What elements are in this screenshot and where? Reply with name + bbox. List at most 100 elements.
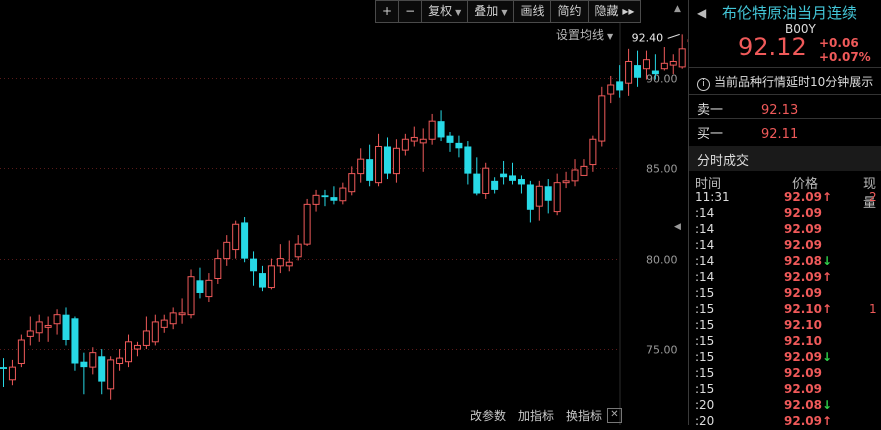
candle-body-down [196, 280, 204, 293]
trade-price: 92.09 [784, 366, 822, 380]
trade-time: :20 [695, 398, 715, 412]
candle-body-down [330, 197, 338, 201]
candle-body-up [660, 62, 668, 70]
candle-body-up [580, 165, 588, 176]
hide-label: 隐藏 [594, 4, 619, 18]
trade-price: 92.09 [784, 190, 822, 204]
trade-time: :14 [695, 254, 715, 268]
kline-chart-area[interactable]: 90.00 85.00 80.00 75.00 92.40 [0, 0, 689, 425]
add-indicator-button[interactable]: 加指标 [518, 407, 554, 424]
candle-body-down [98, 356, 106, 382]
trade-row: :20 92.08 ↓ [689, 398, 881, 414]
scroll-up-arrow-icon[interactable]: ▲ [674, 4, 681, 14]
chevron-down-icon: ▼ [501, 8, 508, 17]
overlay-dropdown[interactable]: 叠加 ▼ [467, 0, 514, 23]
candle-body-up [401, 138, 409, 151]
trade-row: :15 92.10 [689, 334, 881, 350]
trade-time: 11:31 [695, 190, 730, 204]
buy-one-label: 买一 [697, 127, 724, 142]
change-params-button[interactable]: 改参数 [470, 407, 506, 424]
scroll-right-arrow-icon[interactable]: ◀ [674, 222, 681, 232]
ma-setting-label: 设置均线 [556, 28, 605, 42]
draw-line-button[interactable]: 画线 [513, 0, 551, 23]
candle-body-up [348, 173, 356, 193]
candle-body-up [589, 138, 597, 166]
y-tick-label: 80.00 [646, 254, 678, 267]
ma-setting-dropdown[interactable]: 设置均线 ▼ [556, 26, 613, 43]
candle-body-up [8, 366, 16, 381]
candle-body-up [35, 321, 43, 334]
candle-body-down [634, 65, 642, 78]
divider [689, 67, 881, 68]
switch-indicator-button[interactable]: 换指标 [566, 407, 602, 424]
candle-body-up [428, 120, 436, 140]
candle-body-up [482, 167, 490, 195]
candle-body-up [642, 59, 650, 70]
zoom-in-button[interactable]: + [375, 0, 399, 23]
quote-panel: ◀ 布伦特原油当月连续 B00Y 92.12 +0.06 +0.07% i 当前品… [689, 0, 881, 428]
double-arrow-icon: ▸▸ [622, 4, 635, 18]
candle-body-up [339, 187, 347, 202]
candle-body-up [44, 325, 52, 328]
y-tick-label: 90.00 [646, 73, 678, 86]
candle-body-down [80, 361, 88, 368]
buy-one-value: 92.11 [761, 127, 799, 142]
trade-row: :14 92.09 ↑ [689, 270, 881, 286]
tick-section-title: 分时成交 [697, 154, 750, 169]
candle-body-down [491, 180, 499, 190]
candle-body-down [62, 314, 70, 340]
trade-time: :15 [695, 302, 715, 316]
candle-body-up [133, 344, 141, 350]
candle-body-down [455, 142, 463, 149]
candle-body-up [294, 243, 302, 258]
hide-button[interactable]: 隐藏 ▸▸ [587, 0, 642, 23]
close-icon[interactable]: ✕ [607, 408, 622, 423]
trade-price: 92.08 [784, 398, 822, 412]
delay-notice-text: 当前品种行情延时10分钟展示 [714, 75, 874, 89]
zoom-out-button[interactable]: − [398, 0, 422, 23]
candle-body-up [553, 182, 561, 213]
candle-body-down [366, 159, 374, 181]
candle-body-down [464, 146, 472, 174]
sell-one-row: 卖一 92.13 [697, 99, 798, 118]
candle-body-down [526, 184, 534, 210]
candle-body-up [419, 138, 427, 144]
divider [689, 118, 881, 119]
fuquan-dropdown[interactable]: 复权 ▼ [421, 0, 468, 23]
chevron-down-icon: ▼ [607, 32, 614, 41]
trade-row: :15 92.10 ↑ 1 [689, 302, 881, 318]
candle-body-up [116, 357, 124, 365]
trade-time: :15 [695, 334, 715, 348]
trade-volume: 2 [869, 190, 877, 204]
candle-body-down [437, 121, 445, 138]
candle-body-up [410, 136, 418, 142]
max-pointer-line [667, 33, 680, 39]
candle-body-down [446, 135, 454, 143]
trade-time: :15 [695, 286, 715, 300]
trade-time: :14 [695, 270, 715, 284]
candlestick-chart[interactable]: 90.00 85.00 80.00 75.00 92.40 [0, 0, 689, 425]
candle-body-up [607, 84, 615, 95]
change-value: +0.06 [819, 36, 859, 50]
candle-body-up [303, 203, 311, 245]
simple-mode-button[interactable]: 简约 [550, 0, 588, 23]
tick-section-header: 分时成交 [689, 146, 881, 171]
trade-row: :15 92.10 [689, 318, 881, 334]
trade-price: 92.10 [784, 318, 822, 332]
candle-body-down [241, 222, 249, 259]
divider [689, 94, 881, 95]
trade-row: :14 92.09 [689, 238, 881, 254]
candle-body-up [312, 194, 320, 205]
trade-volume: 1 [869, 302, 877, 316]
indicator-bar: 改参数 加指标 换指标 [470, 407, 602, 424]
candle-body-up [232, 223, 240, 251]
trade-row: :15 92.09 [689, 382, 881, 398]
chevron-down-icon: ▼ [455, 8, 462, 17]
candle-body-up [223, 241, 231, 260]
back-arrow-icon[interactable]: ◀ [697, 6, 706, 20]
candle-body-down [71, 318, 79, 364]
sell-one-label: 卖一 [697, 103, 724, 118]
candle-body-up [598, 95, 606, 142]
trade-price: 92.08 [784, 254, 822, 268]
candle-body-up [178, 312, 186, 316]
